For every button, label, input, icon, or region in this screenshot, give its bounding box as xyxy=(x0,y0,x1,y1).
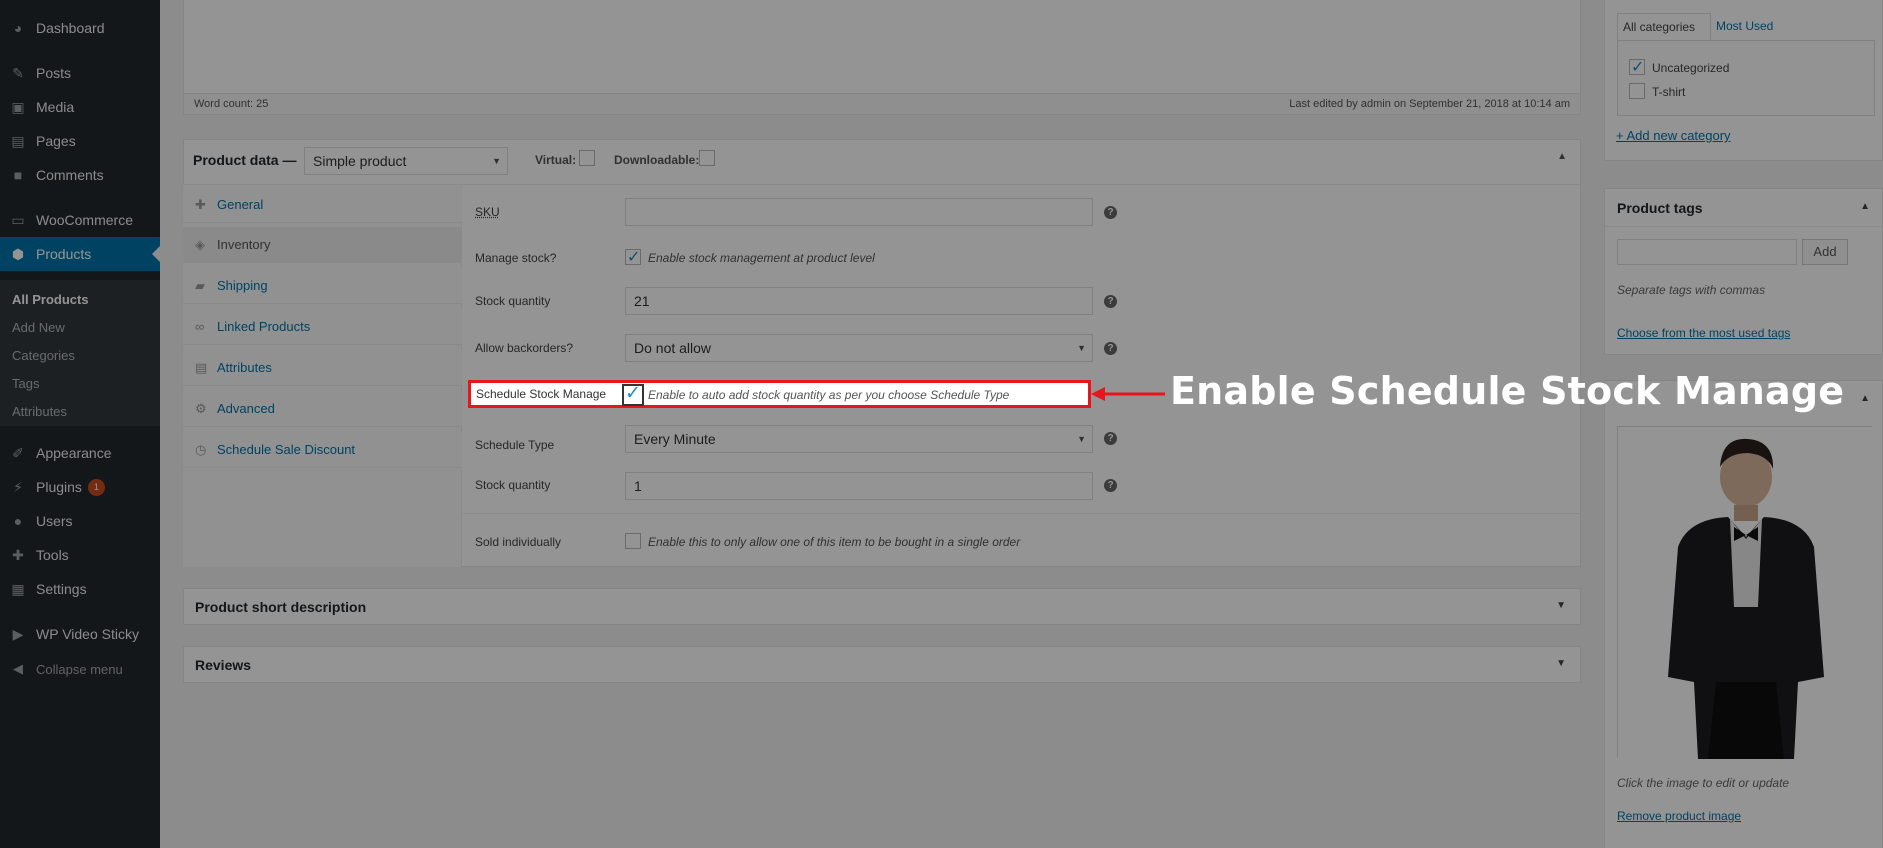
annotation-arrow xyxy=(1091,387,1165,401)
checkmark-icon: ✓ xyxy=(625,383,641,404)
tutorial-dim-overlay xyxy=(0,0,1883,848)
annotation-text: Enable Schedule Stock Manage xyxy=(1170,369,1845,413)
schedule-stock-manage-highlight: Schedule Stock Manage ✓ Enable to auto a… xyxy=(468,380,1091,408)
schedule-stock-manage-checkbox[interactable]: ✓ xyxy=(622,383,644,406)
schedule-stock-manage-label: Schedule Stock Manage xyxy=(476,387,607,401)
schedule-stock-manage-desc: Enable to auto add stock quantity as per… xyxy=(648,388,1010,402)
